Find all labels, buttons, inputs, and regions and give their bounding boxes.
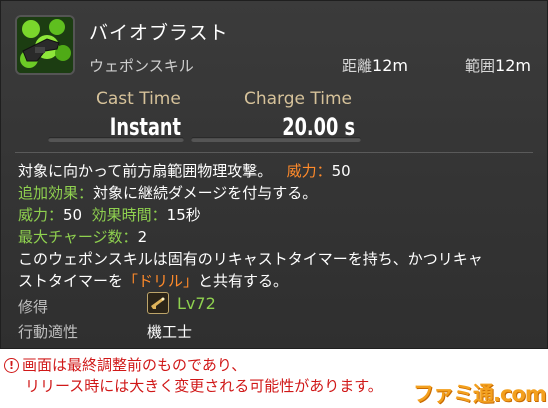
notice-line-2: リリース時には大きく変更される可能性があります。 xyxy=(25,377,383,395)
famitsu-logo: ファミ通.com xyxy=(413,382,547,406)
skill-description: 対象に向かって前方扇範囲物理攻撃。 威力：50 追加効果：対象に継続ダメージを付… xyxy=(18,160,533,292)
desc-line-4: 最大チャージ数：2 xyxy=(18,226,533,248)
dot-potency-value: 50 xyxy=(63,206,83,224)
radius-label: 範囲 xyxy=(465,57,496,75)
job-value: 機工士 xyxy=(147,323,193,341)
shared-recast-prefix: ストタイマーを xyxy=(18,272,124,290)
potency-label: 威力： xyxy=(286,162,332,180)
charge-time-bar xyxy=(191,137,361,142)
acquired-level: Lv72 xyxy=(177,294,216,313)
drill-highlight: 「ドリル」 xyxy=(123,272,199,290)
bioblaster-skill-icon xyxy=(15,15,75,75)
desc-line-6: ストタイマーを「ドリル」と共有する。 xyxy=(18,270,533,292)
skill-tooltip: バイオブラスト ウェポンスキル 距離12m 範囲12m Cast Time Ch… xyxy=(0,0,548,349)
cast-time-bar xyxy=(48,137,184,142)
exclamation-circle-icon: ! xyxy=(4,358,19,373)
radius-value: 12m xyxy=(495,56,531,75)
potency-value: 50 xyxy=(331,162,351,180)
machinist-job-icon xyxy=(147,292,169,314)
additional-effect-text: 対象に継続ダメージを付与する。 xyxy=(93,184,318,202)
notice-line-1: ! 画面は最終調整前のものであり、 xyxy=(4,355,383,376)
desc-line-3: 威力：50 効果時間：15秒 xyxy=(18,204,533,226)
radius-stat: 範囲12m xyxy=(465,55,531,76)
dot-potency-label: 威力： xyxy=(18,206,64,224)
max-charges-label: 最大チャージ数： xyxy=(18,228,138,246)
desc-main-text: 対象に向かって前方扇範囲物理攻撃。 xyxy=(18,162,273,180)
skill-type: ウェポンスキル xyxy=(89,57,194,75)
range-label: 距離 xyxy=(342,57,373,75)
job-label: 行動適性 xyxy=(18,323,79,341)
duration-label: 効果時間： xyxy=(91,206,167,224)
max-charges-value: 2 xyxy=(137,228,148,246)
desc-line-2: 追加効果：対象に継続ダメージを付与する。 xyxy=(18,182,533,204)
additional-effect-label: 追加効果： xyxy=(18,184,94,202)
desc-line-1: 対象に向かって前方扇範囲物理攻撃。 威力：50 xyxy=(18,160,533,182)
range-value: 12m xyxy=(372,56,408,75)
skill-name: バイオブラスト xyxy=(89,22,229,44)
desc-line-5: このウェポンスキルは固有のリキャストタイマーを持ち、かつリキャ xyxy=(18,250,483,268)
acquired-label: 修得 xyxy=(18,298,49,316)
notice-text-1: 画面は最終調整前のものであり、 xyxy=(22,356,247,374)
shared-recast-suffix: と共有する。 xyxy=(198,272,289,290)
duration-value: 15秒 xyxy=(166,206,201,224)
disclaimer-notice: ! 画面は最終調整前のものであり、 リリース時には大きく変更される可能性があります… xyxy=(4,355,383,397)
range-stat: 距離12m xyxy=(342,55,408,76)
cast-time-label: Cast Time xyxy=(96,89,181,109)
divider xyxy=(15,152,533,153)
charge-time-label: Charge Time xyxy=(244,89,353,109)
